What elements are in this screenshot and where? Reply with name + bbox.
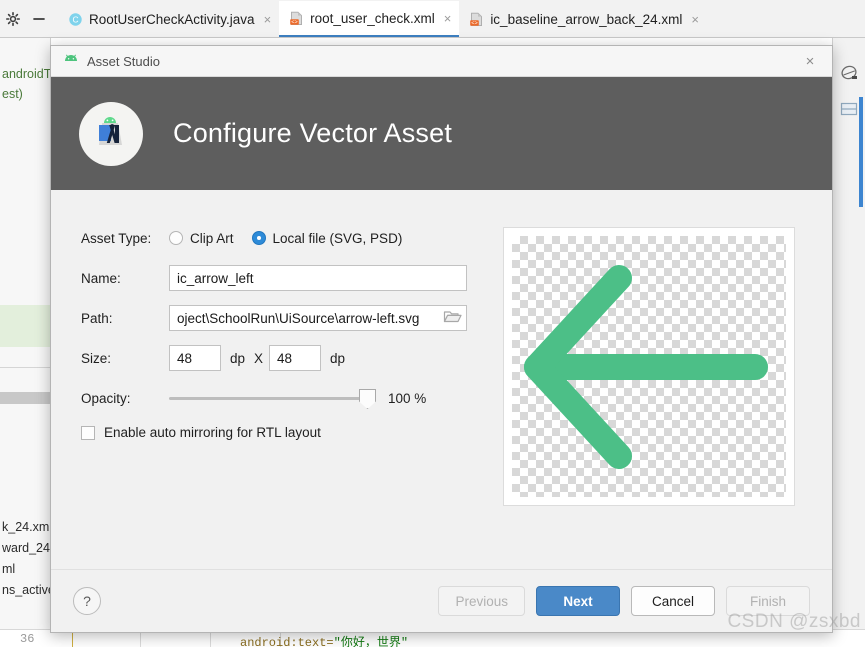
tree-item-3[interactable]: ward_24.x — [2, 541, 50, 555]
code-text: android:text="你好，世界" — [240, 633, 408, 647]
path-value: oject\SchoolRun\UiSource\arrow-left.svg — [177, 310, 420, 326]
rtl-mirroring-checkbox[interactable] — [81, 425, 95, 440]
tab-root-user-check-xml[interactable]: <> root_user_check.xml × — [279, 1, 460, 37]
tab-label: ic_baseline_arrow_back_24.xml — [490, 11, 683, 27]
code-line-number: 36 — [20, 632, 35, 646]
radio-clip-art-label: Clip Art — [190, 230, 234, 246]
rtl-mirroring-label: Enable auto mirroring for RTL layout — [104, 425, 321, 440]
dialog-footer: ? Previous Next Cancel Finish — [51, 569, 832, 632]
previous-button[interactable]: Previous — [438, 586, 525, 616]
size-height-unit: dp — [330, 350, 346, 366]
rtl-mirroring-checkbox-row[interactable]: Enable auto mirroring for RTL layout — [81, 425, 481, 440]
xml-layout-icon: <> — [469, 12, 484, 27]
opacity-label: Opacity: — [81, 390, 131, 406]
arrow-left-icon — [524, 264, 768, 469]
name-row: Name: ic_arrow_left — [81, 265, 481, 291]
svg-text:<>: <> — [472, 20, 478, 26]
size-row: Size: 48 dp X 48 dp — [81, 345, 481, 371]
dialog-banner: Configure Vector Asset — [51, 77, 832, 190]
scrollbar-marker — [859, 97, 863, 207]
tree-item-4[interactable]: ml — [2, 562, 15, 576]
help-button[interactable]: ? — [73, 587, 101, 615]
gear-icon[interactable] — [0, 0, 26, 37]
code-value: "你好，世界" — [333, 636, 409, 647]
size-width-unit: dp — [230, 350, 246, 366]
opacity-slider-thumb[interactable] — [359, 389, 376, 409]
close-icon[interactable]: × — [788, 46, 832, 76]
size-height-value: 48 — [277, 350, 293, 366]
next-button[interactable]: Next — [536, 586, 620, 616]
editor-tab-bar: C RootUserCheckActivity.java × <> root_u… — [0, 0, 865, 38]
asset-type-row: Asset Type: Clip Art Local file (SVG, PS… — [81, 225, 481, 251]
tab-close-icon[interactable]: × — [264, 12, 272, 27]
name-value: ic_arrow_left — [177, 270, 254, 286]
size-separator: X — [254, 350, 264, 366]
opacity-value: 100 % — [388, 390, 427, 406]
asset-studio-dialog: Asset Studio × Configure Vector Asset As… — [50, 45, 833, 633]
android-head-icon — [63, 52, 79, 70]
android-studio-asset-icon — [79, 101, 143, 166]
tab-ic-baseline-arrow-back-24-xml[interactable]: <> ic_baseline_arrow_back_24.xml × — [459, 1, 708, 37]
dialog-title: Asset Studio — [87, 53, 160, 69]
dialog-body: Asset Type: Clip Art Local file (SVG, PS… — [51, 190, 832, 569]
cancel-button[interactable]: Cancel — [631, 586, 715, 616]
tab-label: root_user_check.xml — [310, 10, 435, 26]
size-label: Size: — [81, 350, 112, 366]
layout-preview-icon[interactable] — [833, 55, 865, 91]
name-label: Name: — [81, 270, 121, 286]
folder-icon[interactable] — [443, 309, 462, 327]
opacity-slider-track — [169, 397, 374, 400]
tree-item-0[interactable]: androidT — [2, 67, 50, 81]
path-row: Path: oject\SchoolRun\UiSource\arrow-lef… — [81, 305, 481, 331]
size-width-input[interactable]: 48 — [169, 345, 221, 371]
size-height-input[interactable]: 48 — [269, 345, 322, 371]
tab-list: C RootUserCheckActivity.java × <> root_u… — [58, 0, 708, 37]
tree-item-5[interactable]: ns_active — [2, 583, 50, 597]
tab-label: RootUserCheckActivity.java — [89, 11, 255, 27]
tree-divider-2 — [0, 392, 50, 404]
footer-button-group: Previous Next Cancel Finish — [438, 586, 810, 616]
svg-text:C: C — [72, 14, 78, 24]
size-width-value: 48 — [177, 350, 193, 366]
tree-divider-1 — [0, 367, 50, 368]
radio-clip-art[interactable]: Clip Art — [169, 231, 234, 246]
tab-close-icon[interactable]: × — [444, 11, 452, 26]
project-tree-selection — [0, 305, 50, 347]
vector-preview-panel — [503, 227, 795, 506]
radio-local-file[interactable]: Local file (SVG, PSD) — [251, 230, 403, 246]
asset-form: Asset Type: Clip Art Local file (SVG, PS… — [81, 225, 481, 440]
project-tree-strip[interactable]: androidT est) k_24.xml ward_24.x ml ns_a… — [0, 37, 51, 647]
opacity-row: Opacity: 100 % — [81, 385, 481, 411]
transparency-checkerboard — [512, 236, 786, 497]
path-input[interactable]: oject\SchoolRun\UiSource\arrow-left.svg — [169, 305, 467, 331]
name-input[interactable]: ic_arrow_left — [169, 265, 467, 291]
radio-local-file-label: Local file (SVG, PSD) — [272, 230, 403, 246]
radio-clip-art-indicator[interactable] — [169, 231, 183, 245]
radio-local-file-indicator[interactable] — [251, 231, 266, 245]
page-title: Configure Vector Asset — [173, 118, 453, 148]
svg-text:<>: <> — [291, 19, 297, 25]
asset-type-label: Asset Type: — [81, 230, 152, 246]
minimize-icon[interactable] — [26, 0, 52, 37]
tab-close-icon[interactable]: × — [691, 12, 699, 27]
path-label: Path: — [81, 310, 113, 326]
dialog-title-bar: Asset Studio × — [51, 46, 832, 77]
opacity-slider[interactable] — [169, 385, 376, 411]
tree-item-2[interactable]: k_24.xml — [2, 520, 50, 534]
java-class-icon: C — [68, 12, 83, 27]
code-attribute: android:text= — [240, 636, 334, 647]
tree-item-1[interactable]: est) — [2, 87, 23, 101]
xml-layout-icon: <> — [289, 11, 304, 26]
finish-button[interactable]: Finish — [726, 586, 810, 616]
right-tool-strip[interactable] — [832, 37, 865, 647]
tab-root-user-check-activity[interactable]: C RootUserCheckActivity.java × — [58, 1, 280, 37]
